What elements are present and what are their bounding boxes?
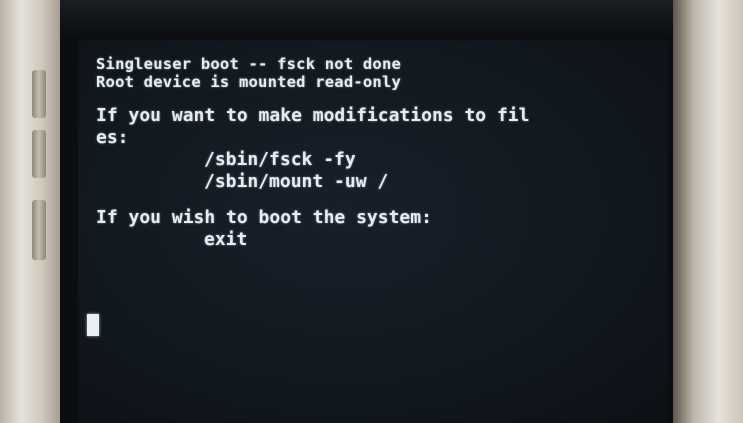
console-line: Root device is mounted read-only xyxy=(96,73,402,91)
console-command: /sbin/mount -uw / xyxy=(204,171,389,192)
console-line: If you wish to boot the system: xyxy=(96,207,432,228)
bezel-top xyxy=(60,0,673,40)
text-cursor[interactable] xyxy=(87,314,99,336)
console-command: /sbin/fsck -fy xyxy=(204,149,356,170)
volume-up-button xyxy=(32,70,46,118)
volume-down-button xyxy=(32,130,46,178)
console-line: es: xyxy=(96,127,129,148)
side-switch xyxy=(32,200,46,260)
console-output: Singleuser boot -- fsck not done Root de… xyxy=(96,55,529,251)
console-line: Singleuser boot -- fsck not done xyxy=(96,55,402,73)
phone-left-edge xyxy=(0,0,60,423)
phone-right-edge xyxy=(673,0,743,423)
console-line: If you want to make modifications to fil xyxy=(96,105,530,126)
photo-scene: Singleuser boot -- fsck not done Root de… xyxy=(0,0,743,423)
console-command: exit xyxy=(204,229,248,250)
